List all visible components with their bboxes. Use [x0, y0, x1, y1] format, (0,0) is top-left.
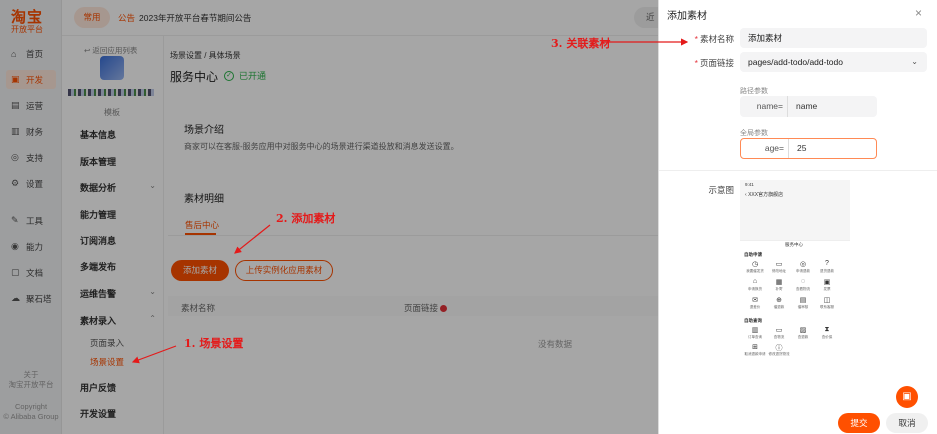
phone-service-label: 查看物流 [796, 287, 810, 291]
global-param-key: age= [741, 139, 789, 158]
global-param-value: 25 [797, 143, 807, 153]
phone-section-apply: 自助申请 [744, 252, 762, 257]
phone-section-query: 自助查询 [744, 318, 762, 323]
drawer-title: 添加素材 [667, 11, 707, 22]
material-name-label-text: 素材名称 [699, 34, 734, 44]
page-link-select[interactable]: pages/add-todo/add-todo ⌄ [740, 52, 927, 72]
close-icon[interactable]: × [915, 6, 922, 20]
drawer-divider [659, 170, 937, 171]
phone-service-icon: ⊕ [776, 297, 782, 304]
phone-service-label: 退货退款 [820, 269, 834, 273]
phone-service-icon: ▭ [775, 327, 783, 334]
annotation-step-1: 1. 场景设置 [184, 337, 244, 350]
phone-service-label: 我要催发货 [746, 269, 764, 273]
annotation-step-2: 2. 添加素材 [276, 212, 336, 225]
phone-service-label: 修改退货物流 [768, 352, 790, 356]
required-icon: * [694, 34, 698, 44]
phone-service-icon: ▨ [799, 327, 807, 334]
submit-button[interactable]: 提交 [838, 413, 880, 433]
phone-service-icon: ⧗ [824, 326, 830, 333]
path-params-label: 路径参数 [740, 88, 768, 95]
phone-service-label: 查物流 [773, 335, 785, 339]
phone-service-label: 查退款 [797, 335, 809, 339]
phone-service-label: 申请退款 [796, 269, 810, 273]
phone-service-icon: ⊞ [752, 344, 758, 351]
phone-service-label: 补寄 [775, 287, 783, 291]
material-name-label: * 素材名称 [664, 33, 734, 45]
phone-service-icon: ⌂ [752, 278, 758, 285]
phone-service-label: 订单查询 [748, 335, 762, 339]
phone-header: ‹ XXX官方旗舰店 [745, 192, 784, 198]
phone-service-icon: ✉ [752, 297, 758, 304]
required-icon: * [694, 58, 698, 68]
material-name-input[interactable]: 添加素材 [740, 28, 927, 48]
annotation-step-3: 3. 关联素材 [551, 37, 611, 50]
phone-service-label: 申请换货 [748, 287, 762, 291]
path-params-field[interactable]: name= name [740, 96, 877, 117]
page-link-label: * 页面链接 [664, 57, 734, 69]
phone-service-icon: ? [825, 260, 829, 267]
cancel-button[interactable]: 取消 [886, 413, 928, 433]
phone-time: 9:41 [745, 182, 754, 187]
phone-service-icon: ◷ [751, 261, 759, 268]
phone-service-icon: ▥ [751, 327, 759, 334]
page-link-label-text: 页面链接 [699, 58, 734, 68]
preview-label: 示意图 [708, 185, 734, 195]
phone-service-label: 查价保 [821, 335, 833, 339]
phone-service-label: 修改地址 [772, 269, 786, 273]
global-params-field[interactable]: age= 25 [740, 138, 877, 159]
phone-service-label: 联系客服 [820, 305, 834, 309]
phone-service-title: 服务中心 [785, 242, 803, 247]
phone-service-icon: ◌ [800, 278, 806, 285]
global-params-label: 全局参数 [740, 130, 768, 137]
path-param-value: name [796, 101, 818, 111]
phone-service-icon: ▣ [823, 279, 831, 286]
phone-shop-area [740, 180, 850, 240]
phone-service-icon: ◎ [799, 261, 807, 268]
chat-icon[interactable]: ▣ [896, 386, 918, 408]
phone-service-label: 取消退款申请 [744, 352, 766, 356]
phone-service-icon: ▤ [799, 297, 807, 304]
phone-header-text: XXX官方旗舰店 [748, 192, 784, 198]
path-param-key: name= [740, 96, 788, 117]
phone-service-label: 退差价 [749, 305, 761, 309]
phone-service-label: 催审核 [797, 305, 809, 309]
phone-service-icon: ▭ [775, 261, 783, 268]
phone-service-label: 发票 [823, 287, 831, 291]
chevron-down-icon: ⌄ [911, 57, 918, 66]
page-link-value: pages/add-todo/add-todo [748, 57, 843, 67]
phone-service-label: 催退款 [773, 305, 785, 309]
phone-service-icon: ◫ [823, 297, 831, 304]
phone-service-icon: ▦ [775, 279, 783, 286]
